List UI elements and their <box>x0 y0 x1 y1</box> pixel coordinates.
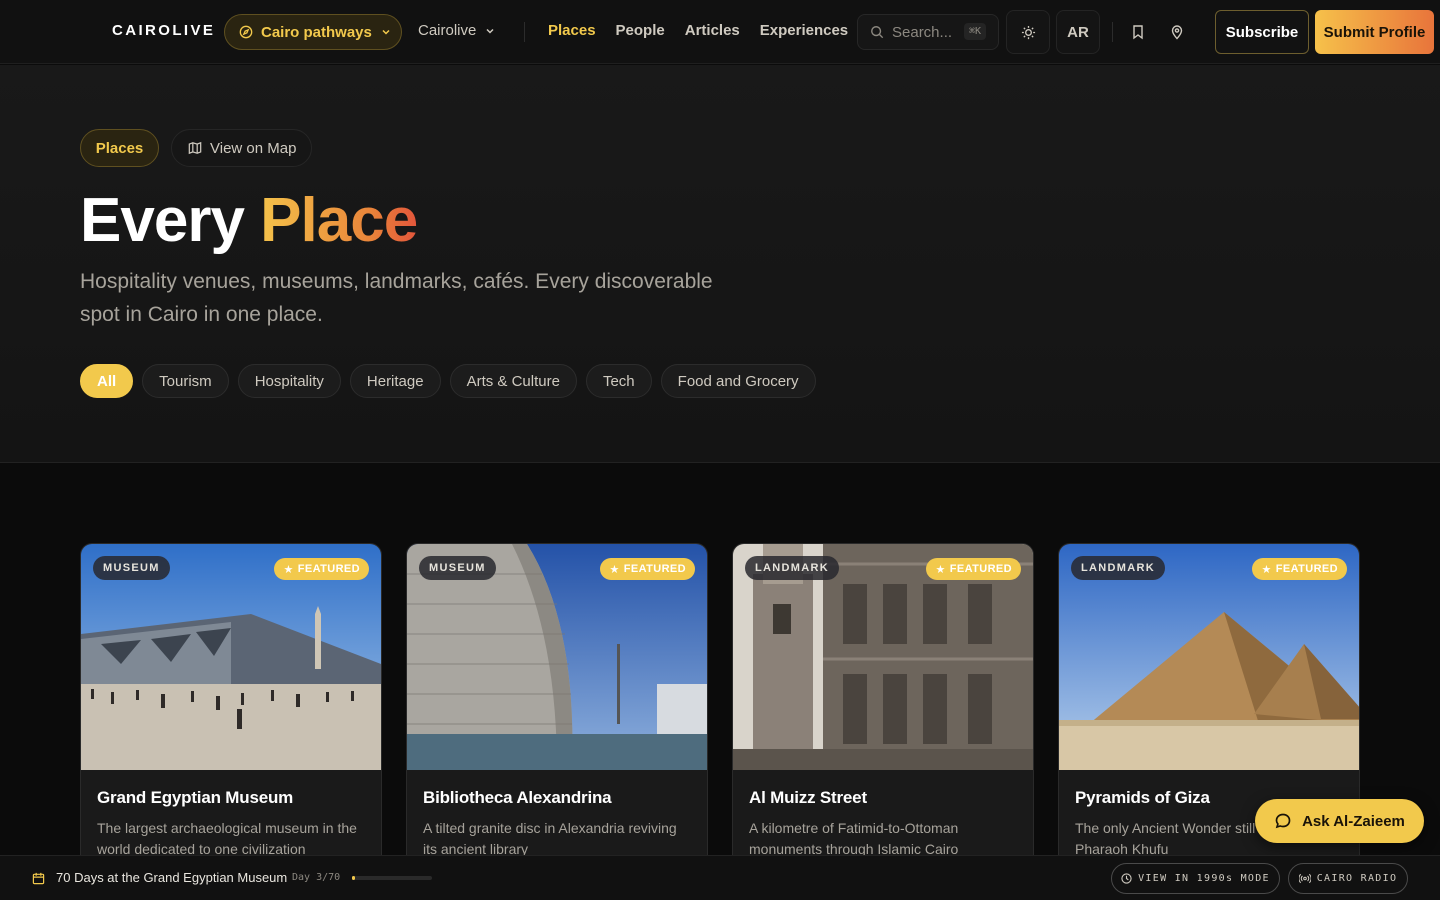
place-card-description: The largest archaeological museum in the… <box>97 820 357 857</box>
search-input[interactable]: Search... ⌘K <box>857 14 999 50</box>
top-navigation: CAIROLIVE Cairo pathways Cairolive Place… <box>0 0 1440 64</box>
section-pill-label: Places <box>95 139 144 157</box>
place-card[interactable]: LANDMARK ★ FEATURED Al Muizz Street A ki… <box>732 543 1034 900</box>
nav-link-places[interactable]: Places <box>548 22 596 39</box>
category-filter-chips: All Tourism Hospitality Heritage Arts & … <box>80 364 816 398</box>
place-card[interactable]: MUSEUM ★ FEATURED Bibliotheca Alexandrin… <box>406 543 708 900</box>
cairo-radio-label: CAIRO RADIO <box>1316 873 1398 884</box>
place-card[interactable]: MUSEUM ★ FEATURED Grand Egyptian Museum … <box>80 543 382 900</box>
radio-icon <box>1298 873 1311 884</box>
place-type-badge: LANDMARK <box>745 556 839 580</box>
search-icon <box>870 25 884 39</box>
view-on-map-button[interactable]: View on Map <box>171 129 312 167</box>
filter-chip-tech[interactable]: Tech <box>585 364 652 398</box>
hero-section: Places View on Map Every Place Hospitali… <box>0 65 1440 463</box>
series-title-link[interactable]: 70 Days at the Grand Egyptian Museum <box>56 870 287 885</box>
place-card-title: Grand Egyptian Museum <box>97 788 294 807</box>
cairo-radio-button[interactable]: CAIRO RADIO <box>1288 863 1408 894</box>
place-type-badge: LANDMARK <box>1071 556 1165 580</box>
star-icon: ★ <box>283 563 294 576</box>
cairo-pathways-dropdown[interactable]: Cairo pathways <box>224 14 402 50</box>
nav-link-people[interactable]: People <box>616 22 665 39</box>
clock-icon <box>1121 873 1132 884</box>
search-shortcut-badge: ⌘K <box>963 23 986 40</box>
brand-dropdown[interactable]: Cairolive <box>418 22 496 39</box>
compass-icon <box>239 25 253 39</box>
sun-icon <box>1021 25 1036 40</box>
pathways-label: Cairo pathways <box>261 23 372 41</box>
place-type-badge: MUSEUM <box>93 556 170 580</box>
page-title-accent: Place <box>260 186 418 255</box>
place-card-title: Al Muizz Street <box>749 788 867 807</box>
chevron-down-icon <box>380 26 392 38</box>
filter-chip-all[interactable]: All <box>80 364 134 398</box>
submit-profile-button[interactable]: Submit Profile <box>1315 10 1434 54</box>
chevron-down-icon <box>484 25 496 37</box>
series-progress-fill <box>352 876 356 880</box>
language-label: AR <box>1067 23 1089 41</box>
featured-label: FEATURED <box>949 563 1012 575</box>
theme-toggle-button[interactable] <box>1006 10 1050 54</box>
featured-label: FEATURED <box>297 563 360 575</box>
section-pill-places: Places <box>80 129 159 167</box>
page-subtitle: Hospitality venues, museums, landmarks, … <box>80 270 713 326</box>
place-card-title: Bibliotheca Alexandrina <box>423 788 612 807</box>
filter-chip-arts-culture[interactable]: Arts & Culture <box>449 364 577 398</box>
place-card-description: A tilted granite disc in Alexandria revi… <box>423 820 677 857</box>
site-logo[interactable]: CAIROLIVE <box>112 22 215 39</box>
calendar-icon <box>32 872 45 885</box>
language-switch-button[interactable]: AR <box>1056 10 1100 54</box>
map-pin-icon[interactable] <box>1170 24 1186 40</box>
page-title-plain: Every <box>80 186 245 255</box>
search-placeholder: Search... <box>892 23 953 41</box>
retro-mode-button[interactable]: VIEW IN 1990s MODE <box>1111 863 1280 894</box>
filter-chip-hospitality[interactable]: Hospitality <box>237 364 341 398</box>
featured-badge: ★ FEATURED <box>1252 558 1347 580</box>
filter-chip-heritage[interactable]: Heritage <box>349 364 441 398</box>
featured-label: FEATURED <box>1275 563 1338 575</box>
retro-mode-label: VIEW IN 1990s MODE <box>1138 873 1270 884</box>
nav-divider <box>524 22 525 42</box>
series-day-counter: Day 3/70 <box>292 872 341 883</box>
place-card[interactable]: LANDMARK ★ FEATURED Pyramids of Giza The… <box>1058 543 1360 900</box>
brand-dropdown-label: Cairolive <box>418 22 477 39</box>
logo-text: CAIROLIVE <box>112 22 216 39</box>
view-on-map-label: View on Map <box>210 139 297 157</box>
nav-link-experiences[interactable]: Experiences <box>760 22 848 39</box>
filter-chip-food-grocery[interactable]: Food and Grocery <box>660 364 816 398</box>
filter-chip-tourism[interactable]: Tourism <box>142 364 229 398</box>
page-title: Every Place <box>80 185 418 256</box>
series-progress-bar <box>352 876 432 880</box>
place-card-title: Pyramids of Giza <box>1075 788 1210 807</box>
star-icon: ★ <box>935 563 946 576</box>
map-icon <box>188 141 202 155</box>
subscribe-button[interactable]: Subscribe <box>1215 10 1309 54</box>
bookmark-icon[interactable] <box>1131 24 1147 40</box>
star-icon: ★ <box>609 563 620 576</box>
featured-badge: ★ FEATURED <box>600 558 695 580</box>
subscribe-label: Subscribe <box>1225 23 1299 41</box>
chat-bubble-icon <box>1274 812 1292 830</box>
main-nav-links: Places People Articles Experiences <box>548 22 848 39</box>
place-type-badge: MUSEUM <box>419 556 496 580</box>
featured-label: FEATURED <box>623 563 686 575</box>
featured-badge: ★ FEATURED <box>926 558 1021 580</box>
bottom-series-bar: 70 Days at the Grand Egyptian Museum Day… <box>0 855 1440 900</box>
ask-assistant-button[interactable]: Ask Al-Zaieem <box>1255 799 1424 843</box>
nav-link-articles[interactable]: Articles <box>685 22 740 39</box>
place-card-description: A kilometre of Fatimid-to-Ottoman monume… <box>749 820 959 857</box>
ask-assistant-label: Ask Al-Zaieem <box>1302 812 1405 830</box>
submit-profile-label: Submit Profile <box>1323 23 1426 41</box>
featured-badge: ★ FEATURED <box>274 558 369 580</box>
nav-divider <box>1112 22 1113 42</box>
star-icon: ★ <box>1261 563 1272 576</box>
